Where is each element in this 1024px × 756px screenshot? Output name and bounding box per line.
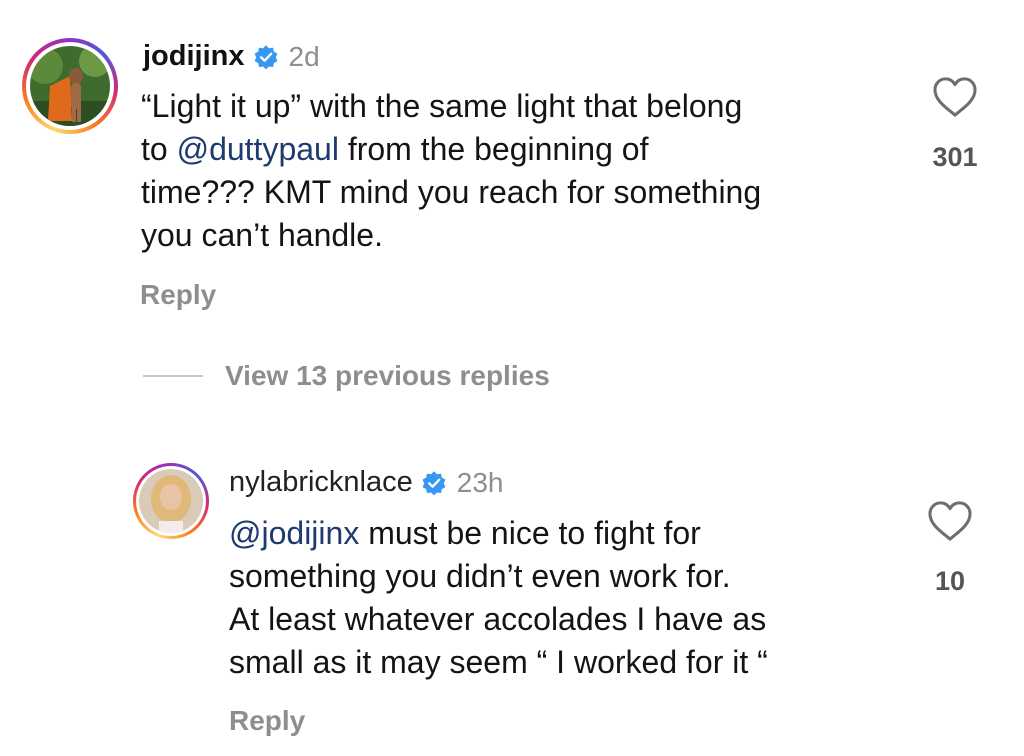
reply-button[interactable]: Reply <box>229 705 305 737</box>
comment-username[interactable]: nylabricknlace <box>229 466 413 499</box>
avatar[interactable] <box>133 463 209 539</box>
like-control[interactable]: 10 <box>910 500 990 597</box>
comment-line: time??? KMT mind you reach for something <box>141 174 762 210</box>
heart-outline-icon[interactable] <box>932 76 978 118</box>
comment-line: to @duttypaul from the beginning of <box>141 131 649 167</box>
divider <box>143 375 203 377</box>
comment-text: “Light it up” with the same light that b… <box>141 85 761 257</box>
view-replies-label[interactable]: View 13 previous replies <box>225 360 550 392</box>
verified-badge-icon <box>422 470 446 495</box>
mention-link[interactable]: @duttypaul <box>177 131 339 167</box>
heart-outline-icon[interactable] <box>927 500 973 542</box>
comment-time: 2d <box>288 40 320 72</box>
comment-text: @jodijinx must be nice to fight for some… <box>229 512 768 684</box>
comment-line: something you didn’t even work for. <box>229 558 731 594</box>
comment-line: you can’t handle. <box>141 217 383 253</box>
like-control[interactable]: 301 <box>915 76 995 173</box>
comment-line: At least whatever accolades I have as <box>229 601 767 637</box>
comment-username[interactable]: jodijinx <box>143 40 245 73</box>
verified-badge-icon <box>254 44 277 69</box>
comment-line: “Light it up” with the same light that b… <box>141 88 743 124</box>
avatar[interactable] <box>22 38 118 134</box>
like-count: 301 <box>932 142 978 172</box>
mention-link[interactable]: @jodijinx <box>229 515 359 551</box>
comment-line: @jodijinx must be nice to fight for <box>229 515 701 551</box>
reply-button[interactable]: Reply <box>140 279 216 311</box>
comment-line: small as it may seem “ I worked for it “ <box>229 644 768 680</box>
comment-time: 23h <box>456 466 504 498</box>
view-previous-replies[interactable]: View 13 previous replies <box>143 360 550 392</box>
like-count: 10 <box>934 566 966 596</box>
